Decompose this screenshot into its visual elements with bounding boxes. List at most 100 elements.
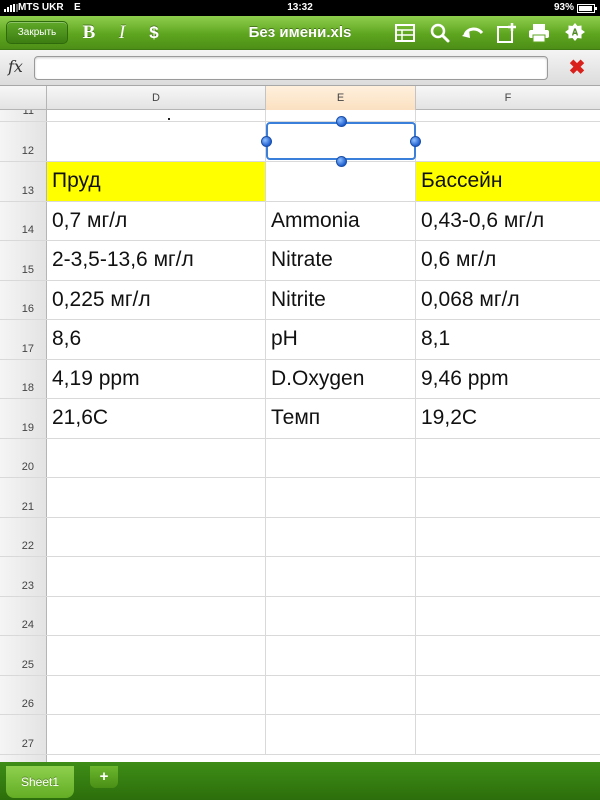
selection-handle-left[interactable] <box>261 136 272 147</box>
table-cell[interactable] <box>266 715 416 754</box>
table-cell[interactable] <box>416 557 600 596</box>
row-number[interactable]: 12 <box>0 145 40 157</box>
row-number[interactable]: 21 <box>0 501 40 513</box>
row-number[interactable]: 26 <box>0 698 40 710</box>
insert-button[interactable] <box>496 21 518 45</box>
table-cell[interactable]: 21,6C <box>47 399 266 438</box>
table-cell[interactable] <box>266 162 416 201</box>
table-row: 22 <box>0 517 600 557</box>
table-cell[interactable]: 19,2C <box>416 399 600 438</box>
table-cell[interactable]: 0,225 мг/л <box>47 280 266 319</box>
row-number[interactable]: 25 <box>0 659 40 671</box>
row-number[interactable]: 22 <box>0 540 40 552</box>
table-cell[interactable] <box>47 110 266 121</box>
battery-icon <box>577 4 597 13</box>
table-cell[interactable]: 0,43-0,6 мг/л <box>416 202 600 241</box>
column-header-e[interactable]: E <box>266 86 416 110</box>
table-cell[interactable] <box>266 517 416 556</box>
insert-cell-icon <box>497 23 516 43</box>
table-cell[interactable] <box>416 676 600 715</box>
undo-button[interactable] <box>460 21 486 45</box>
row-number[interactable]: 27 <box>0 738 40 750</box>
row-number[interactable]: 24 <box>0 619 40 631</box>
table-cell[interactable] <box>47 478 266 517</box>
formula-bar: fx ✖ <box>0 50 600 86</box>
column-header-d[interactable]: D <box>47 86 266 110</box>
bold-button[interactable]: B <box>78 21 100 45</box>
row-number[interactable]: 18 <box>0 382 40 394</box>
table-cell[interactable]: 2-3,5-13,6 мг/л <box>47 241 266 280</box>
table-cell[interactable]: Темп <box>266 399 416 438</box>
table-cell[interactable]: 0,6 мг/л <box>416 241 600 280</box>
table-cell[interactable]: pH <box>266 320 416 359</box>
table-cell[interactable]: 0,068 мг/л <box>416 281 600 320</box>
search-icon <box>430 23 450 43</box>
table-cell[interactable]: 0,7 мг/л <box>47 201 266 240</box>
table-cell[interactable] <box>416 636 600 675</box>
close-icon[interactable]: ✖ <box>566 56 588 80</box>
table-cell[interactable] <box>47 596 266 635</box>
table-cell[interactable] <box>47 122 266 161</box>
selection-handle-bottom[interactable] <box>336 156 347 167</box>
table-cell[interactable]: Nitrate <box>266 241 416 280</box>
table-cell[interactable]: Ammonia <box>266 201 416 240</box>
spellcheck-button[interactable]: A <box>562 21 588 45</box>
table-row: 13 Пруд Бассейн <box>0 162 600 202</box>
formula-input[interactable] <box>34 56 548 80</box>
table-cell[interactable] <box>266 438 416 477</box>
table-cell[interactable] <box>416 597 600 636</box>
search-button[interactable] <box>428 21 452 45</box>
row-number[interactable]: 19 <box>0 422 40 434</box>
table-cell[interactable]: 9,46 ppm <box>416 360 600 399</box>
currency-format-button[interactable]: $ <box>142 21 166 45</box>
table-cell[interactable] <box>47 675 266 714</box>
table-cell[interactable] <box>266 636 416 675</box>
table-cell[interactable]: 8,1 <box>416 320 600 359</box>
table-cell[interactable] <box>416 715 600 754</box>
print-button[interactable] <box>527 21 551 45</box>
row-number[interactable]: 14 <box>0 224 40 236</box>
table-cell[interactable]: D.Oxygen <box>266 359 416 398</box>
table-row: 14 0,7 мг/л Ammonia 0,43-0,6 мг/л <box>0 201 600 241</box>
add-sheet-button[interactable]: + <box>90 766 118 788</box>
fx-icon: fx <box>8 57 23 76</box>
table-cell[interactable] <box>47 557 266 596</box>
select-all-corner[interactable] <box>0 86 47 110</box>
sheet-tab-bar: Sheet1 + <box>0 762 600 800</box>
sheet-tab[interactable]: Sheet1 <box>6 766 74 798</box>
table-cell[interactable] <box>266 596 416 635</box>
table-row: 16 0,225 мг/л Nitrite 0,068 мг/л <box>0 280 600 320</box>
table-cell[interactable]: Nitrite <box>266 280 416 319</box>
italic-button[interactable]: I <box>112 21 132 45</box>
table-cell[interactable] <box>416 518 600 557</box>
table-row: 19 21,6C Темп 19,2C <box>0 399 600 439</box>
row-number[interactable]: 11 <box>0 110 40 117</box>
selection-handle-right[interactable] <box>410 136 421 147</box>
row-number[interactable]: 15 <box>0 264 40 276</box>
table-cell[interactable] <box>416 122 600 161</box>
table-cell[interactable]: Пруд <box>47 162 266 201</box>
table-row: 24 <box>0 596 600 636</box>
table-cell[interactable] <box>47 517 266 556</box>
close-button[interactable]: Закрыть <box>6 21 68 44</box>
table-cell[interactable] <box>47 715 266 754</box>
row-number[interactable]: 17 <box>0 343 40 355</box>
table-cell[interactable]: Бассейн <box>416 162 600 201</box>
table-cell[interactable] <box>416 478 600 517</box>
table-cell[interactable] <box>266 478 416 517</box>
row-number[interactable]: 16 <box>0 303 40 315</box>
table-cell[interactable] <box>416 439 600 478</box>
column-header-f[interactable]: F <box>416 86 600 110</box>
table-cell[interactable]: 8,6 <box>47 320 266 359</box>
table-cell[interactable] <box>47 438 266 477</box>
table-cell[interactable]: 4,19 ppm <box>47 359 266 398</box>
row-number[interactable]: 20 <box>0 461 40 473</box>
table-cell[interactable] <box>266 675 416 714</box>
table-cell[interactable] <box>416 110 600 121</box>
selected-cell-e12[interactable] <box>266 122 416 160</box>
table-cell[interactable] <box>266 557 416 596</box>
row-number[interactable]: 23 <box>0 580 40 592</box>
selection-handle-top[interactable] <box>336 116 347 127</box>
row-number[interactable]: 13 <box>0 185 40 197</box>
table-cell[interactable] <box>47 636 266 675</box>
